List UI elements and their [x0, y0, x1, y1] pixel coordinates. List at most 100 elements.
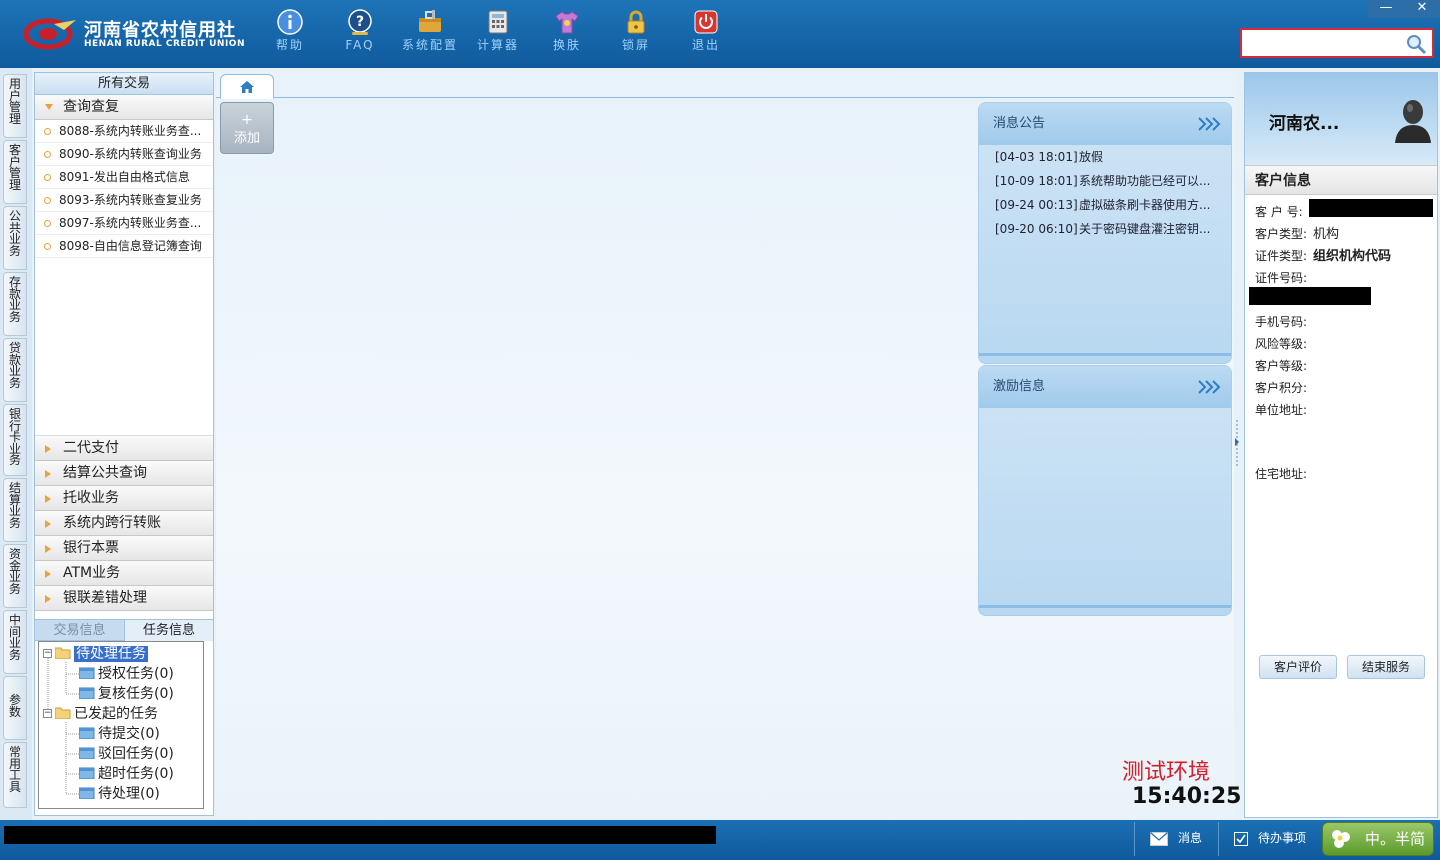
tree-node-review[interactable]: 复核任务(0)	[79, 684, 174, 704]
notice-item[interactable]: [09-24 00:13]虚拟磁条刷卡器使用方...	[979, 193, 1231, 217]
customer-level-field: 客户等级:	[1255, 357, 1307, 375]
end-service-button[interactable]: 结束服务	[1347, 655, 1425, 679]
notice-text: 放假	[1079, 150, 1104, 164]
folder-icon	[79, 687, 95, 699]
redacted-status-text	[4, 826, 716, 844]
folder-icon	[79, 667, 95, 679]
question-icon: ?	[348, 9, 372, 35]
field-label: 证件号码:	[1255, 271, 1308, 285]
calculator-icon	[488, 10, 508, 34]
collapse-toggle[interactable]: −	[43, 649, 52, 658]
group-settlement-query[interactable]: 结算公共查询	[35, 461, 213, 486]
transaction-label: 8088-系统内转账业务查...	[59, 124, 202, 138]
exit-label: 退出	[691, 38, 720, 52]
group-collection[interactable]: 托收业务	[35, 486, 213, 511]
lock-screen-button[interactable]: 锁屏	[606, 8, 666, 60]
customer-id-field: 客 户 号:	[1255, 203, 1303, 221]
task-tree: − 待处理任务 授权任务(0) 复核任务(0) − 已发起的任务 待提交(0) …	[38, 641, 204, 809]
tab-task-info[interactable]: 任务信息	[124, 620, 213, 641]
vtab-intermediate-business[interactable]: 中间业务	[3, 610, 27, 674]
vtab-deposit-business[interactable]: 存款业务	[3, 272, 27, 336]
vtab-common-tools[interactable]: 常用工具	[3, 742, 27, 808]
group-query-reply[interactable]: 查询查复	[35, 95, 213, 120]
transaction-item[interactable]: 8097-系统内转账业务查...	[35, 212, 213, 235]
todo-button[interactable]: 待办事项	[1234, 828, 1306, 848]
group-unionpay-error[interactable]: 银联差错处理	[35, 586, 213, 611]
tree-node-pending-tasks[interactable]: 待处理任务	[55, 644, 148, 664]
notice-item[interactable]: [10-09 18:01]系统帮助功能已经可以...	[979, 169, 1231, 193]
transaction-label: 8093-系统内转账查复业务	[59, 193, 202, 207]
vtab-customer-management[interactable]: 客户管理	[3, 140, 27, 204]
info-icon	[277, 9, 303, 35]
search-icon[interactable]	[1404, 32, 1428, 56]
phone-field: 手机号码:	[1255, 313, 1307, 331]
notice-text: 系统帮助功能已经可以...	[1079, 174, 1211, 188]
exit-button[interactable]: 退出	[676, 8, 736, 60]
tab-strip	[216, 72, 1234, 99]
bullet-icon	[44, 220, 51, 227]
tab-trade-info[interactable]: 交易信息	[35, 620, 124, 641]
faq-button[interactable]: ? FAQ	[330, 8, 390, 60]
vtab-loan-business[interactable]: 贷款业务	[3, 338, 27, 402]
shirt-icon	[555, 11, 579, 34]
notice-panel-header: 消息公告	[979, 103, 1231, 145]
search-input[interactable]	[1244, 32, 1404, 54]
redacted-customer-id	[1309, 199, 1433, 217]
ime-indicator[interactable]: 中。半简	[1322, 822, 1434, 856]
vtab-parameters[interactable]: 参数	[3, 676, 27, 740]
tree-node-to-submit[interactable]: 待提交(0)	[79, 724, 160, 744]
transaction-item[interactable]: 8090-系统内转账查询业务	[35, 143, 213, 166]
customer-evaluate-button[interactable]: 客户评价	[1259, 655, 1337, 679]
group-second-gen-payment[interactable]: 二代支付	[35, 436, 213, 461]
collapse-toggle[interactable]: −	[43, 709, 52, 718]
messages-button[interactable]: 消息	[1150, 828, 1202, 848]
vtab-settlement-business[interactable]: 结算业务	[3, 478, 27, 542]
tree-node-timeout[interactable]: 超时任务(0)	[79, 764, 174, 784]
tree-node-initiated-tasks[interactable]: 已发起的任务	[55, 704, 158, 724]
transaction-item[interactable]: 8093-系统内转账查复业务	[35, 189, 213, 212]
chevron-right-icon	[45, 570, 51, 578]
main-workspace: + 添加 消息公告 [04-03 18:01]放假 [10-09 18:01]系…	[216, 72, 1241, 818]
transaction-item[interactable]: 8091-发出自由格式信息	[35, 166, 213, 189]
ime-label: 中。半简	[1364, 830, 1425, 848]
bullet-icon	[44, 174, 51, 181]
vtab-public-business[interactable]: 公共业务	[3, 206, 27, 270]
close-button[interactable]: ✕	[1404, 0, 1440, 18]
group-cashier-check[interactable]: 银行本票	[35, 536, 213, 561]
config-label: 系统配置	[401, 38, 458, 52]
calculator-button[interactable]: 计算器	[468, 8, 528, 60]
help-button[interactable]: 帮助	[260, 8, 320, 60]
field-label: 客户积分:	[1255, 381, 1308, 395]
window-controls: — ✕	[1368, 0, 1440, 18]
transaction-item[interactable]: 8088-系统内转账业务查...	[35, 120, 213, 143]
tree-node-rejected[interactable]: 驳回任务(0)	[79, 744, 174, 764]
skin-button[interactable]: 换肤	[537, 8, 597, 60]
environment-label: 测试环境	[1122, 760, 1211, 785]
field-label: 客户等级:	[1255, 359, 1308, 373]
more-arrows-icon[interactable]	[1197, 115, 1221, 133]
group-atm[interactable]: ATM业务	[35, 561, 213, 586]
tab-home[interactable]	[220, 74, 274, 99]
transaction-item[interactable]: 8098-自由信息登记簿查询	[35, 235, 213, 258]
more-arrows-icon[interactable]	[1197, 378, 1221, 396]
transaction-label: 8090-系统内转账查询业务	[59, 147, 202, 161]
field-label: 客 户 号:	[1255, 205, 1303, 219]
folder-icon	[79, 787, 95, 799]
vtab-fund-business[interactable]: 资金业务	[3, 544, 27, 608]
collapse-panel-icon[interactable]	[1233, 420, 1241, 468]
add-label: 添加	[233, 131, 260, 146]
tree-node-to-process[interactable]: 待处理(0)	[79, 784, 160, 804]
tree-node-label: 超时任务(0)	[98, 766, 174, 782]
company-address-field: 单位地址:	[1255, 401, 1307, 419]
vtab-bank-card-business[interactable]: 银行卡业务	[3, 404, 27, 476]
chevron-right-icon	[45, 495, 51, 503]
add-button[interactable]: + 添加	[220, 102, 274, 154]
tree-node-authorize[interactable]: 授权任务(0)	[79, 664, 174, 684]
notice-list: [04-03 18:01]放假 [10-09 18:01]系统帮助功能已经可以.…	[979, 145, 1231, 241]
notice-item[interactable]: [09-20 06:10]关于密码键盘灌注密钥...	[979, 217, 1231, 241]
group-interbank-transfer[interactable]: 系统内跨行转账	[35, 511, 213, 536]
minimize-button[interactable]: —	[1368, 0, 1404, 18]
notice-item[interactable]: [04-03 18:01]放假	[979, 145, 1231, 169]
system-config-button[interactable]: 系统配置	[400, 8, 460, 60]
vtab-user-management[interactable]: 用户管理	[3, 74, 27, 138]
